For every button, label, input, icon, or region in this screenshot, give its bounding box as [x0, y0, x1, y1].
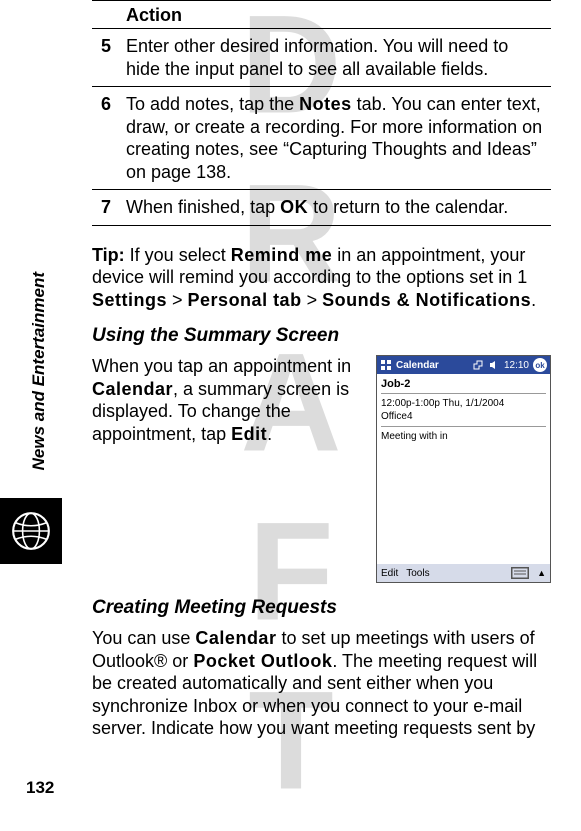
- divider: [381, 393, 546, 394]
- tip-label: Tip:: [92, 245, 125, 265]
- appointment-title: Job-2: [381, 378, 546, 390]
- toolbar-edit[interactable]: Edit: [381, 568, 398, 579]
- tip-paragraph: Tip: If you select Remind me in an appoi…: [92, 244, 551, 312]
- section-heading-meeting: Creating Meeting Requests: [92, 597, 551, 619]
- action-header-blank: [92, 1, 120, 29]
- device-clock[interactable]: 12:10: [504, 360, 529, 371]
- action-table: Action 5 Enter other desired information…: [92, 0, 551, 226]
- meeting-paragraph: You can use Calendar to set up meetings …: [92, 627, 551, 740]
- summary-paragraph: When you tap an appointment in Calendar,…: [92, 355, 366, 583]
- calendar-label: Calendar: [92, 379, 173, 399]
- step-text: Enter other desired information. You wil…: [120, 29, 551, 87]
- step-text: To add notes, tap the Notes tab. You can…: [120, 87, 551, 190]
- appointment-time: 12:00p-1:00p Thu, 1/1/2004: [381, 397, 546, 410]
- device-toolbar: Edit Tools ▲: [377, 564, 550, 582]
- device-app-title: Calendar: [396, 360, 468, 371]
- calendar-label-2: Calendar: [195, 628, 276, 648]
- table-row: 5 Enter other desired information. You w…: [92, 29, 551, 87]
- personal-tab-label: Personal tab: [188, 290, 302, 310]
- connectivity-icon[interactable]: [472, 359, 484, 371]
- action-header: Action: [120, 1, 551, 29]
- menu-icon: 1: [517, 267, 527, 287]
- step-text: When finished, tap OK to return to the c…: [120, 190, 551, 226]
- sounds-notifications-label: Sounds & Notifications: [322, 290, 531, 310]
- page-number: 132: [26, 778, 54, 798]
- appointment-location: Office4: [381, 410, 546, 423]
- step-number: 5: [92, 29, 120, 87]
- pocket-outlook-label: Pocket Outlook: [193, 651, 332, 671]
- start-icon[interactable]: [380, 359, 392, 371]
- divider: [381, 426, 546, 427]
- appointment-note: Meeting with in: [381, 430, 546, 443]
- remind-me-label: Remind me: [231, 245, 333, 265]
- ok-label: OK: [280, 197, 308, 217]
- table-row: 6 To add notes, tap the Notes tab. You c…: [92, 87, 551, 190]
- toolbar-tools[interactable]: Tools: [406, 568, 429, 579]
- step-number: 7: [92, 190, 120, 226]
- section-heading-summary: Using the Summary Screen: [92, 325, 551, 347]
- table-row: 7 When finished, tap OK to return to the…: [92, 190, 551, 226]
- notes-label: Notes: [299, 94, 352, 114]
- step-number: 6: [92, 87, 120, 190]
- settings-label: Settings: [92, 290, 167, 310]
- edit-label: Edit: [231, 424, 267, 444]
- ok-button[interactable]: ok: [533, 358, 547, 372]
- keyboard-icon[interactable]: [511, 567, 529, 579]
- appointment-summary-area[interactable]: Job-2 12:00p-1:00p Thu, 1/1/2004 Office4…: [377, 374, 550, 564]
- speaker-icon[interactable]: [488, 359, 500, 371]
- device-titlebar: Calendar 12:10 ok: [377, 356, 550, 374]
- sip-up-icon[interactable]: ▲: [537, 568, 546, 578]
- device-screenshot: Calendar 12:10 ok Job-2 12:00p-1:00p Thu…: [376, 355, 551, 583]
